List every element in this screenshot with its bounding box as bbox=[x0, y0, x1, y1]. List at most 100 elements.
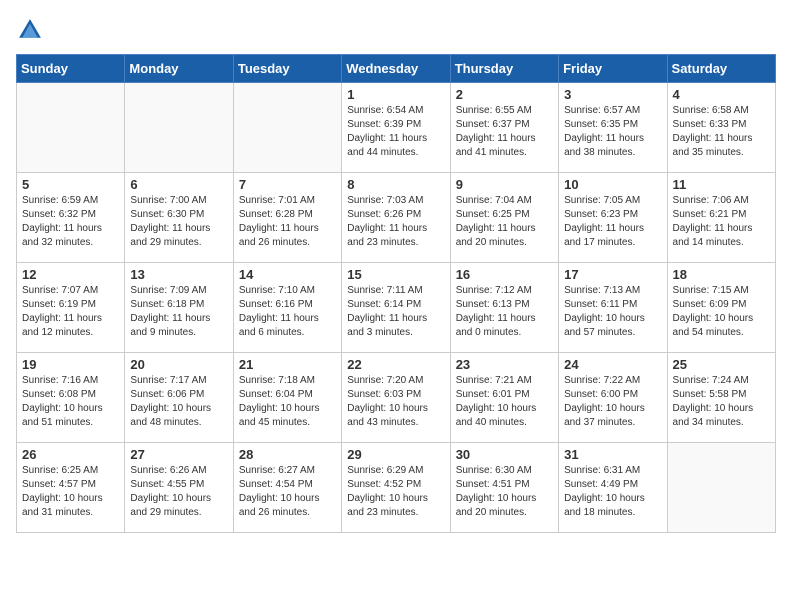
calendar-cell: 9Sunrise: 7:04 AM Sunset: 6:25 PM Daylig… bbox=[450, 173, 558, 263]
day-number: 4 bbox=[673, 87, 770, 102]
day-info: Sunrise: 7:20 AM Sunset: 6:03 PM Dayligh… bbox=[347, 374, 444, 430]
calendar-cell: 12 Sunrise: 7:07 AM Sunset: 6:19 PM Dayli… bbox=[17, 263, 125, 353]
day-info: Sunrise: 7:15 AM Sunset: 6:09 PM Dayligh… bbox=[673, 284, 770, 340]
day-info: Sunrise: 7:09 AM Sunset: 6:18 PM Dayligh… bbox=[130, 284, 227, 340]
calendar-cell: 25 Sunrise: 7:24 AM Sunset: 5:58 PM Dayli… bbox=[667, 353, 775, 443]
day-info: Sunrise: 6:54 AM Sunset: 6:39 PM Dayligh… bbox=[347, 104, 444, 160]
day-number: 13 bbox=[130, 267, 227, 282]
day-info: Sunrise: 6:57 AM Sunset: 6:35 PM Dayligh… bbox=[564, 104, 661, 160]
weekday-header-tuesday: Tuesday bbox=[233, 55, 341, 83]
day-info: Sunrise: 7:10 AM Sunset: 6:16 PM Dayligh… bbox=[239, 284, 336, 340]
day-info: Sunrise: 7:21 AM Sunset: 6:01 PM Dayligh… bbox=[456, 374, 553, 430]
calendar-cell: 16 Sunrise: 7:12 AM Sunset: 6:13 PM Dayli… bbox=[450, 263, 558, 353]
calendar-table: SundayMondayTuesdayWednesdayThursdayFrid… bbox=[16, 54, 776, 533]
day-number: 22 bbox=[347, 357, 444, 372]
calendar-cell bbox=[17, 83, 125, 173]
calendar-cell: 31 Sunrise: 6:31 AM Sunset: 4:49 PM Dayli… bbox=[559, 443, 667, 533]
day-number: 8 bbox=[347, 177, 444, 192]
week-row-3: 19 Sunrise: 7:16 AM Sunset: 6:08 PM Dayli… bbox=[17, 353, 776, 443]
day-number: 16 bbox=[456, 267, 553, 282]
calendar-cell: 26 Sunrise: 6:25 AM Sunset: 4:57 PM Dayli… bbox=[17, 443, 125, 533]
day-number: 24 bbox=[564, 357, 661, 372]
day-number: 28 bbox=[239, 447, 336, 462]
weekday-header-friday: Friday bbox=[559, 55, 667, 83]
day-number: 7 bbox=[239, 177, 336, 192]
calendar-cell: 4 Sunrise: 6:58 AM Sunset: 6:33 PM Daylig… bbox=[667, 83, 775, 173]
day-number: 15 bbox=[347, 267, 444, 282]
header bbox=[16, 16, 776, 44]
calendar-cell: 30 Sunrise: 6:30 AM Sunset: 4:51 PM Dayli… bbox=[450, 443, 558, 533]
day-info: Sunrise: 6:26 AM Sunset: 4:55 PM Dayligh… bbox=[130, 464, 227, 520]
day-info: Sunrise: 6:59 AM Sunset: 6:32 PM Dayligh… bbox=[22, 194, 119, 250]
day-number: 14 bbox=[239, 267, 336, 282]
day-info: Sunrise: 6:29 AM Sunset: 4:52 PM Dayligh… bbox=[347, 464, 444, 520]
day-number: 31 bbox=[564, 447, 661, 462]
day-number: 10 bbox=[564, 177, 661, 192]
day-info: Sunrise: 7:11 AM Sunset: 6:14 PM Dayligh… bbox=[347, 284, 444, 340]
day-info: Sunrise: 7:07 AM Sunset: 6:19 PM Dayligh… bbox=[22, 284, 119, 340]
weekday-header-thursday: Thursday bbox=[450, 55, 558, 83]
calendar-cell: 8 Sunrise: 7:03 AM Sunset: 6:26 PM Daylig… bbox=[342, 173, 450, 263]
week-row-4: 26 Sunrise: 6:25 AM Sunset: 4:57 PM Dayli… bbox=[17, 443, 776, 533]
week-row-0: 1 Sunrise: 6:54 AM Sunset: 6:39 PM Daylig… bbox=[17, 83, 776, 173]
day-number: 26 bbox=[22, 447, 119, 462]
day-number: 1 bbox=[347, 87, 444, 102]
day-number: 18 bbox=[673, 267, 770, 282]
day-info: Sunrise: 7:06 AM Sunset: 6:21 PM Dayligh… bbox=[673, 194, 770, 250]
day-number: 5 bbox=[22, 177, 119, 192]
calendar-cell: 3 Sunrise: 6:57 AM Sunset: 6:35 PM Daylig… bbox=[559, 83, 667, 173]
weekday-header-sunday: Sunday bbox=[17, 55, 125, 83]
day-info: Sunrise: 7:22 AM Sunset: 6:00 PM Dayligh… bbox=[564, 374, 661, 430]
day-info: Sunrise: 7:01 AM Sunset: 6:28 PM Dayligh… bbox=[239, 194, 336, 250]
day-info: Sunrise: 6:55 AM Sunset: 6:37 PM Dayligh… bbox=[456, 104, 553, 160]
calendar-cell: 18 Sunrise: 7:15 AM Sunset: 6:09 PM Dayli… bbox=[667, 263, 775, 353]
calendar-cell: 10Sunrise: 7:05 AM Sunset: 6:23 PM Dayli… bbox=[559, 173, 667, 263]
calendar-cell: 17 Sunrise: 7:13 AM Sunset: 6:11 PM Dayli… bbox=[559, 263, 667, 353]
weekday-header-row: SundayMondayTuesdayWednesdayThursdayFrid… bbox=[17, 55, 776, 83]
logo bbox=[16, 16, 48, 44]
day-info: Sunrise: 6:25 AM Sunset: 4:57 PM Dayligh… bbox=[22, 464, 119, 520]
calendar-cell: 6 Sunrise: 7:00 AM Sunset: 6:30 PM Daylig… bbox=[125, 173, 233, 263]
day-number: 2 bbox=[456, 87, 553, 102]
day-info: Sunrise: 7:18 AM Sunset: 6:04 PM Dayligh… bbox=[239, 374, 336, 430]
calendar-cell: 1 Sunrise: 6:54 AM Sunset: 6:39 PM Daylig… bbox=[342, 83, 450, 173]
logo-icon bbox=[16, 16, 44, 44]
calendar-cell: 14 Sunrise: 7:10 AM Sunset: 6:16 PM Dayli… bbox=[233, 263, 341, 353]
day-number: 3 bbox=[564, 87, 661, 102]
day-number: 29 bbox=[347, 447, 444, 462]
day-info: Sunrise: 7:24 AM Sunset: 5:58 PM Dayligh… bbox=[673, 374, 770, 430]
day-info: Sunrise: 6:27 AM Sunset: 4:54 PM Dayligh… bbox=[239, 464, 336, 520]
day-info: Sunrise: 7:17 AM Sunset: 6:06 PM Dayligh… bbox=[130, 374, 227, 430]
day-info: Sunrise: 6:31 AM Sunset: 4:49 PM Dayligh… bbox=[564, 464, 661, 520]
day-info: Sunrise: 7:00 AM Sunset: 6:30 PM Dayligh… bbox=[130, 194, 227, 250]
day-number: 11 bbox=[673, 177, 770, 192]
calendar-cell: 2 Sunrise: 6:55 AM Sunset: 6:37 PM Daylig… bbox=[450, 83, 558, 173]
week-row-1: 5 Sunrise: 6:59 AM Sunset: 6:32 PM Daylig… bbox=[17, 173, 776, 263]
day-number: 27 bbox=[130, 447, 227, 462]
day-info: Sunrise: 6:58 AM Sunset: 6:33 PM Dayligh… bbox=[673, 104, 770, 160]
day-info: Sunrise: 7:03 AM Sunset: 6:26 PM Dayligh… bbox=[347, 194, 444, 250]
calendar-cell: 28 Sunrise: 6:27 AM Sunset: 4:54 PM Dayli… bbox=[233, 443, 341, 533]
day-number: 9 bbox=[456, 177, 553, 192]
day-info: Sunrise: 6:30 AM Sunset: 4:51 PM Dayligh… bbox=[456, 464, 553, 520]
day-info: Sunrise: 7:12 AM Sunset: 6:13 PM Dayligh… bbox=[456, 284, 553, 340]
calendar-cell: 20Sunrise: 7:17 AM Sunset: 6:06 PM Dayli… bbox=[125, 353, 233, 443]
calendar-cell: 27 Sunrise: 6:26 AM Sunset: 4:55 PM Dayli… bbox=[125, 443, 233, 533]
day-number: 21 bbox=[239, 357, 336, 372]
calendar-cell: 11 Sunrise: 7:06 AM Sunset: 6:21 PM Dayli… bbox=[667, 173, 775, 263]
day-number: 12 bbox=[22, 267, 119, 282]
calendar-cell bbox=[667, 443, 775, 533]
day-number: 19 bbox=[22, 357, 119, 372]
day-number: 17 bbox=[564, 267, 661, 282]
calendar-cell: 13 Sunrise: 7:09 AM Sunset: 6:18 PM Dayli… bbox=[125, 263, 233, 353]
calendar-cell bbox=[233, 83, 341, 173]
day-number: 6 bbox=[130, 177, 227, 192]
day-number: 30 bbox=[456, 447, 553, 462]
weekday-header-monday: Monday bbox=[125, 55, 233, 83]
calendar-cell: 21 Sunrise: 7:18 AM Sunset: 6:04 PM Dayli… bbox=[233, 353, 341, 443]
calendar-cell: 22 Sunrise: 7:20 AM Sunset: 6:03 PM Dayli… bbox=[342, 353, 450, 443]
day-info: Sunrise: 7:16 AM Sunset: 6:08 PM Dayligh… bbox=[22, 374, 119, 430]
day-info: Sunrise: 7:13 AM Sunset: 6:11 PM Dayligh… bbox=[564, 284, 661, 340]
day-number: 25 bbox=[673, 357, 770, 372]
calendar-cell: 24 Sunrise: 7:22 AM Sunset: 6:00 PM Dayli… bbox=[559, 353, 667, 443]
